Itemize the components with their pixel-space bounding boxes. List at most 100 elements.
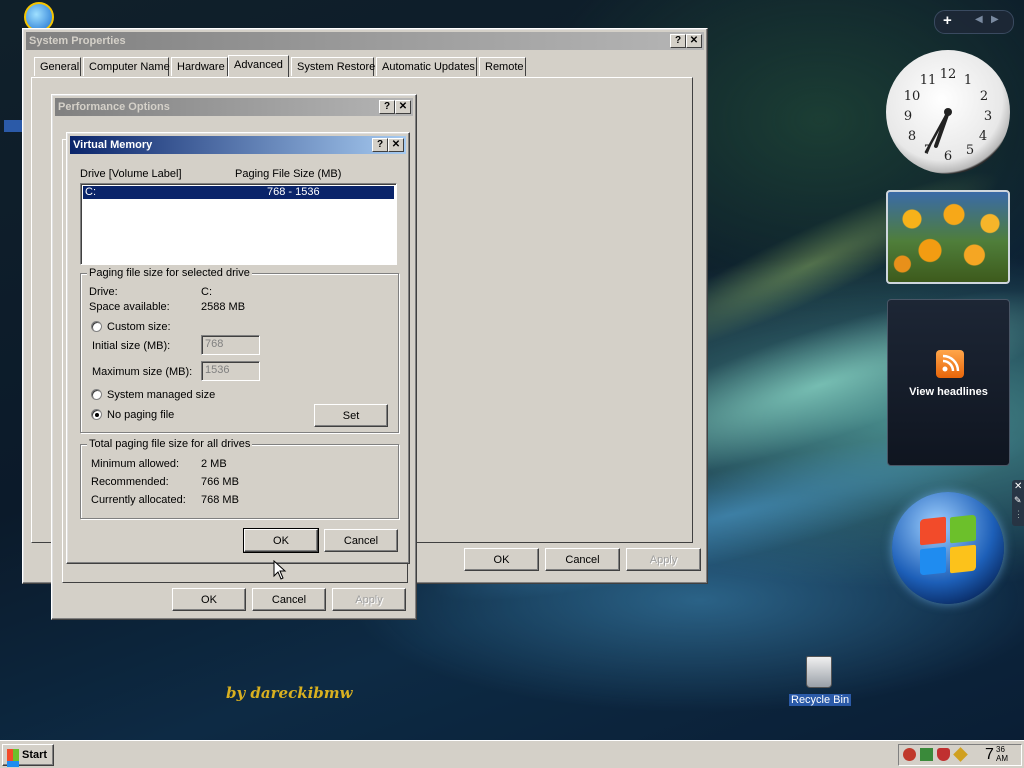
start-label: Start (22, 749, 48, 761)
drive-list[interactable]: C: 768 - 1536 (80, 183, 397, 265)
tray-network-icon[interactable] (920, 748, 933, 761)
close-button[interactable]: ✕ (686, 34, 702, 48)
rss-feed-icon (936, 350, 964, 378)
windows-flag-icon (7, 749, 19, 761)
view-headlines-label[interactable]: View headlines (888, 386, 1009, 398)
tab-system-restore[interactable]: System Restore (291, 57, 375, 76)
window-title: Performance Options (58, 101, 170, 113)
performance-options-titlebar[interactable]: Performance Options ? ✕ (55, 98, 413, 116)
performance-ok-button[interactable]: OK (172, 588, 246, 611)
no-paging-radio[interactable] (91, 409, 102, 420)
system-cancel-button[interactable]: Cancel (545, 548, 620, 571)
tab-remote[interactable]: Remote (479, 57, 526, 76)
performance-cancel-button[interactable]: Cancel (252, 588, 326, 611)
svg-text:8: 8 (908, 129, 916, 144)
minimum-allowed-label: Minimum allowed: (91, 458, 180, 470)
list-item[interactable]: C: 768 - 1536 (83, 186, 394, 199)
custom-size-radio[interactable] (91, 321, 102, 332)
start-button[interactable]: Start (2, 744, 54, 766)
svg-text:10: 10 (904, 89, 921, 104)
minimum-allowed-value: 2 MB (201, 458, 227, 470)
group-label: Total paging file size for all drives (87, 438, 253, 450)
space-available-label: Space available: (89, 301, 170, 313)
currently-allocated-value: 768 MB (201, 494, 239, 506)
gadget-side-toolbar: ✕ ✎ ⋮ (1012, 480, 1024, 526)
svg-text:12: 12 (940, 67, 957, 82)
performance-apply-button[interactable]: Apply (332, 588, 406, 611)
system-properties-titlebar[interactable]: System Properties ? ✕ (26, 32, 704, 50)
maximum-size-field[interactable]: 1536 (201, 361, 260, 381)
total-paging-group: Total paging file size for all drives Mi… (80, 438, 399, 519)
recommended-value: 766 MB (201, 476, 239, 488)
system-managed-label[interactable]: System managed size (107, 389, 215, 401)
clock-hour: 7 (985, 746, 994, 763)
system-apply-button[interactable]: Apply (626, 548, 701, 571)
window-title: System Properties (29, 35, 126, 47)
group-label: Paging file size for selected drive (87, 267, 252, 279)
add-gadget-button[interactable]: + (943, 12, 952, 29)
currently-allocated-label: Currently allocated: (91, 494, 186, 506)
clock-ampm: AM (996, 754, 1008, 763)
set-button[interactable]: Set (314, 404, 388, 427)
initial-size-label: Initial size (MB): (92, 340, 171, 352)
svg-text:11: 11 (920, 73, 937, 88)
virtual-memory-ok-button[interactable]: OK (243, 528, 319, 553)
tab-general[interactable]: General (34, 57, 81, 76)
tab-automatic-updates[interactable]: Automatic Updates (376, 57, 477, 76)
virtual-memory-dialog: Virtual Memory ? ✕ Drive [Volume Label] … (66, 132, 410, 564)
drag-handle-icon[interactable]: ⋮ (1014, 509, 1023, 520)
options-wrench-icon[interactable]: ✎ (1014, 495, 1022, 506)
windows-logo-orb-icon (892, 492, 1004, 604)
svg-text:1: 1 (964, 73, 972, 88)
drive-value: C: (201, 286, 212, 298)
svg-text:3: 3 (984, 109, 992, 124)
sidebar-controls: + ◀ ▶ (934, 10, 1014, 34)
mouse-cursor-icon (273, 560, 287, 580)
tab-hardware[interactable]: Hardware (171, 57, 228, 76)
tray-shield-icon[interactable] (937, 748, 950, 761)
recycle-bin-label[interactable]: Recycle Bin (789, 694, 852, 706)
selected-drive-group: Paging file size for selected drive Driv… (80, 267, 399, 433)
desktop-icon-partial[interactable] (4, 120, 24, 132)
clock-gadget[interactable]: 1212 345 678 91011 (886, 50, 1010, 174)
previous-icon[interactable]: ◀ (975, 14, 983, 25)
help-button[interactable]: ? (372, 138, 388, 152)
space-available-value: 2588 MB (201, 301, 246, 313)
feed-headlines-gadget[interactable]: View headlines (887, 299, 1010, 466)
clock-readout[interactable]: 7 36 AM (983, 745, 1019, 764)
custom-size-label[interactable]: Custom size: (107, 321, 171, 333)
help-button[interactable]: ? (379, 100, 395, 114)
system-ok-button[interactable]: OK (464, 548, 539, 571)
virtual-memory-cancel-button[interactable]: Cancel (324, 529, 398, 552)
next-icon[interactable]: ▶ (991, 14, 999, 25)
taskbar: Start 7 36 AM (0, 740, 1024, 768)
tray-tools-icon[interactable] (953, 747, 968, 762)
recycle-bin-icon[interactable] (806, 656, 832, 688)
drive-cell: C: (85, 186, 96, 198)
slideshow-gadget[interactable] (886, 190, 1010, 284)
maximum-size-label: Maximum size (MB): (92, 366, 193, 378)
watermark-text: by dareckibmw (226, 684, 353, 702)
tab-advanced[interactable]: Advanced (228, 55, 289, 77)
tab-computer-name[interactable]: Computer Name (83, 57, 170, 76)
help-button[interactable]: ? (670, 34, 686, 48)
drive-label: Drive: (89, 286, 118, 298)
svg-text:6: 6 (944, 149, 952, 164)
system-managed-radio[interactable] (91, 389, 102, 400)
drive-column-header: Drive [Volume Label] (80, 168, 182, 180)
initial-size-field[interactable]: 768 (201, 335, 260, 355)
paging-column-header: Paging File Size (MB) (235, 168, 342, 180)
tray-app-icon[interactable] (903, 748, 916, 761)
clock-face-icon: 1212 345 678 91011 (904, 67, 992, 164)
svg-text:4: 4 (979, 129, 987, 144)
close-button[interactable]: ✕ (388, 138, 404, 152)
svg-text:9: 9 (904, 109, 912, 124)
clock-minute: 36 (996, 745, 1005, 754)
no-paging-label[interactable]: No paging file (107, 409, 174, 421)
close-button[interactable]: ✕ (395, 100, 411, 114)
recommended-label: Recommended: (91, 476, 169, 488)
close-icon[interactable]: ✕ (1014, 481, 1022, 492)
virtual-memory-titlebar[interactable]: Virtual Memory ? ✕ (70, 136, 406, 154)
svg-text:2: 2 (980, 89, 988, 104)
paging-cell: 768 - 1536 (267, 186, 320, 198)
